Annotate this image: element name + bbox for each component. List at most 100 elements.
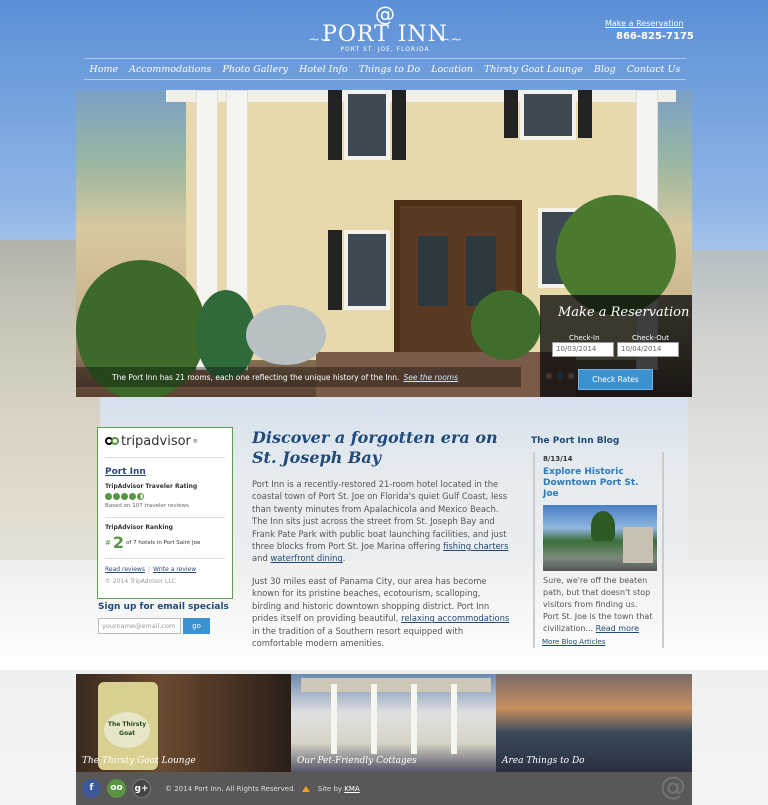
shutter [504,90,518,138]
read-more-link[interactable]: Read more [596,624,639,633]
review-count: Based on 107 traveler reviews [105,503,225,518]
check-rates-button[interactable]: Check Rates [578,369,653,390]
shutter [328,90,342,160]
promo-label: Area Things to Do [502,756,585,766]
rating-bubble-icon [121,493,128,500]
site-by-label: Site by [317,784,343,793]
hero-caption: The Port Inn has 21 rooms, each one refl… [76,367,521,387]
hero-caption-text: The Port Inn has 21 rooms, each one refl… [112,372,400,382]
tripadvisor-hotel-link[interactable]: Port Inn [105,467,225,477]
email-signup-title: Sign up for email specials [98,602,229,612]
blog-title: The Port Inn Blog [531,436,620,446]
review-links: Read reviews | Write a review [105,566,197,573]
rank-number: 2 [112,533,125,552]
window [520,90,576,140]
window [344,230,390,310]
waterfront-dining-link[interactable]: waterfront dining [270,553,342,563]
checkout-label: Check-Out [632,334,669,342]
porch-column [411,684,417,754]
blog-card: 8/13/14 Explore Historic Downtown Port S… [533,452,664,648]
promo-thirsty-goat[interactable]: The Thirsty Goat The Thirsty Goat Lounge [76,674,291,772]
body-text: in the tradition of a Southern resort eq… [252,625,464,649]
checkin-label: Check-In [569,334,600,342]
kma-link[interactable]: KMA [344,785,359,793]
read-reviews-link[interactable]: Read reviews [105,566,145,573]
flourish-icon: ∽~ [438,32,462,48]
shutter [328,230,342,310]
flower-bush [471,290,541,360]
rating-bubble-icon [105,493,112,500]
blog-image[interactable] [543,505,657,571]
porch-column [451,684,457,754]
intro-paragraph: Port Inn is a recently-restored 21-room … [252,478,510,565]
door-glass [418,236,448,306]
rank-text: of 7 hotels in Port Saint Joe [126,539,201,546]
registered-mark: ® [192,438,198,445]
promo-cottages[interactable]: Our Pet-Friendly Cottages [291,674,496,772]
checkin-date-input[interactable]: 10/03/2014 [552,342,614,357]
write-review-link[interactable]: Write a review [153,566,196,573]
thirsty-goat-badge: The Thirsty Goat [104,712,150,748]
email-input[interactable]: yourname@email.com [98,618,181,634]
footer-copyright: © 2014 Port Inn. All Rights Reserved. [165,784,296,793]
tripadvisor-copyright: © 2014 TripAdvisor LLC [105,578,176,585]
tripadvisor-logo[interactable]: tripadvisor ® [105,434,225,458]
nav-location[interactable]: Location [431,64,473,75]
nav-home[interactable]: Home [90,64,119,75]
checkout-date-input[interactable]: 10/04/2014 [617,342,679,357]
rating-bubble-half-icon [137,493,144,500]
site-by: Site by KMA [318,785,360,793]
reservation-title: Make a Reservation [558,305,690,320]
make-reservation-link[interactable]: Make a Reservation [605,19,684,28]
nav-thirsty-goat-lounge[interactable]: Thirsty Goat Lounge [484,64,583,75]
site-footer: f oo g+ © 2014 Port Inn. All Rights Rese… [76,772,692,805]
tripadvisor-wordmark: tripadvisor [121,434,191,449]
nav-contact-us[interactable]: Contact Us [627,64,681,75]
main-nav: Home Accommodations Photo Gallery Hotel … [84,58,686,80]
phone-number: 866-825-7175 [616,31,694,42]
building [623,527,653,563]
blog-date: 8/13/14 [543,455,573,463]
porch-column [371,684,377,754]
wave-logo-icon: @ [375,2,395,26]
page-title: Discover a forgotten era on St. Joseph B… [252,428,498,467]
wave-logo-icon: @ [660,772,686,802]
nav-things-to-do[interactable]: Things to Do [359,64,420,75]
site-header: @ PORT INN PORT ST. JOE, FLORIDA ~∽ ∽~ M… [0,0,768,90]
more-blog-articles-link[interactable]: More Blog Articles [542,638,605,646]
shutter [392,90,406,160]
tripadvisor-owl-icon [105,437,119,446]
kma-triangle-icon [301,785,310,792]
see-rooms-link[interactable]: See the rooms [403,373,458,382]
promo-label: The Thirsty Goat Lounge [82,756,196,766]
rating-bubble-icon [113,493,120,500]
site-logo[interactable]: @ PORT INN PORT ST. JOE, FLORIDA ~∽ ∽~ [290,4,480,58]
content-panel: tripadvisor ® Port Inn TripAdvisor Trave… [86,409,692,649]
nav-accommodations[interactable]: Accommodations [129,64,211,75]
facebook-icon[interactable]: f [82,779,101,798]
rating-bubbles [105,493,225,500]
silver-shrub [246,305,326,365]
fishing-charters-link[interactable]: fishing charters [443,541,508,551]
blog-headline-link[interactable]: Explore Historic Downtown Port St. Joe [543,467,654,500]
nav-hotel-info[interactable]: Hotel Info [299,64,348,75]
tripadvisor-widget: tripadvisor ® Port Inn TripAdvisor Trave… [97,427,233,599]
google-plus-icon[interactable]: g+ [132,779,151,798]
promo-area-things[interactable]: Area Things to Do [496,674,692,772]
ranking: # 2 of 7 hotels in Port Saint Joe [105,533,225,559]
rating-bubble-icon [129,493,136,500]
reservation-widget: Make a Reservation Check-In Check-Out 10… [540,295,692,397]
promo-tiles: The Thirsty Goat The Thirsty Goat Lounge… [76,674,692,772]
ranking-label: TripAdvisor Ranking [105,524,173,531]
nav-blog[interactable]: Blog [594,64,616,75]
tripadvisor-icon[interactable]: oo [107,779,126,798]
nav-photo-gallery[interactable]: Photo Gallery [222,64,288,75]
window [344,90,390,160]
relaxing-accommodations-link[interactable]: relaxing accommodations [401,613,509,623]
rank-hash: # [105,538,111,547]
second-paragraph: Just 30 miles east of Panama City, our a… [252,575,510,649]
intro-text: and [252,553,271,564]
blog-excerpt: Sure, we're off the beaten path, but tha… [543,575,654,635]
palm-tree [591,511,615,541]
email-go-button[interactable]: go [183,618,210,634]
